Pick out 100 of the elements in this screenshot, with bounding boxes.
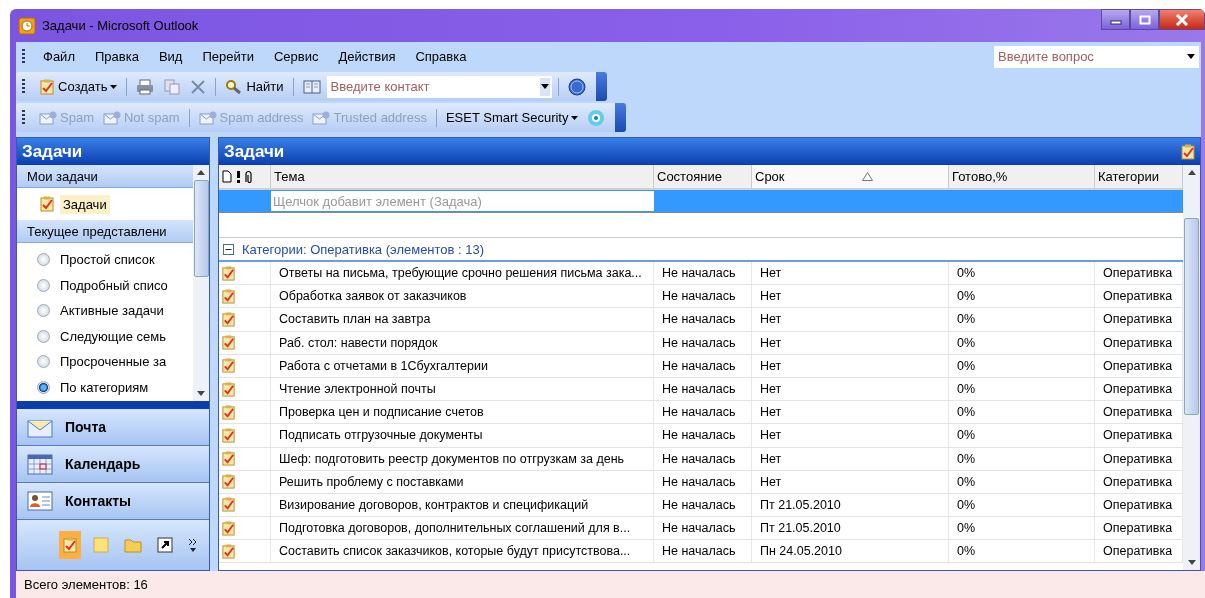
view-option[interactable]: Следующие семь	[60, 328, 166, 344]
envelope-icon	[312, 110, 331, 125]
column-header[interactable]: Срок	[752, 165, 949, 188]
scroll-up-icon[interactable]	[197, 170, 205, 175]
section-header[interactable]: Мои задачи	[17, 165, 193, 188]
table-cell: 0%	[949, 447, 1095, 470]
table-cell: Не началась	[654, 540, 752, 563]
table-cell: Нет	[752, 424, 949, 447]
table-cell: Нет	[752, 447, 949, 470]
table-cell: Визирование договоров, контрактов и спецификаций	[271, 493, 654, 517]
task-icon	[221, 474, 236, 490]
contact-card-icon	[27, 490, 53, 512]
find-button[interactable]: Найти	[222, 76, 287, 97]
table-cell: 0%	[949, 540, 1095, 563]
envelope-icon	[102, 110, 121, 125]
scroll-down-icon[interactable]	[1187, 560, 1196, 565]
view-option[interactable]: Подробный списо	[60, 277, 168, 293]
delete-icon[interactable]	[190, 78, 207, 95]
table-cell: Нет	[752, 285, 949, 308]
table-cell: Составить план на завтра	[271, 308, 654, 331]
maximize-button[interactable]	[1130, 9, 1159, 30]
table-cell: Раб. стол: навести порядок	[271, 331, 654, 354]
table-cell: 0%	[949, 377, 1095, 401]
table-cell: Нет	[752, 470, 949, 493]
column-header[interactable]: Тема	[271, 165, 654, 188]
toolbar-options-button[interactable]	[615, 103, 627, 132]
magnifier-icon	[225, 78, 244, 95]
splitter-handle[interactable]	[17, 401, 209, 409]
group-header[interactable]: Категории: Оперативка (элементов : 13)	[242, 241, 485, 257]
toolbar-options-button[interactable]	[595, 72, 607, 101]
menu-item[interactable]: Файл	[33, 49, 85, 64]
table-cell: Не началась	[654, 470, 752, 493]
help-search-field[interactable]: Введите вопрос	[994, 45, 1183, 68]
menu-item[interactable]: Перейти	[192, 49, 264, 64]
importance-icon	[236, 170, 241, 183]
view-option[interactable]: Просроченные за	[60, 354, 167, 370]
section-header[interactable]: Текущее представлени	[17, 220, 193, 243]
close-icon	[1175, 13, 1189, 26]
table-cell: Работа с отчетами в 1Сбухгалтерии	[271, 354, 654, 377]
menu-button[interactable]: ESET Smart Security	[442, 108, 582, 127]
column-header[interactable]	[219, 165, 271, 188]
table-cell: 0%	[949, 424, 1095, 447]
radio-button[interactable]	[37, 304, 50, 318]
table-cell: 0%	[949, 262, 1095, 285]
table-cell: Пт 21.05.2010	[752, 493, 949, 517]
collapse-icon[interactable]	[223, 243, 234, 255]
table-cell: Нет	[752, 377, 949, 401]
radio-button[interactable]	[37, 278, 50, 292]
table-cell: Подписать отгрузочные документы	[271, 424, 654, 447]
menu-item[interactable]: Действия	[328, 49, 406, 64]
dropdown-arrow-icon	[1187, 54, 1195, 59]
radio-button[interactable]	[37, 253, 50, 267]
menu-item[interactable]: Правка	[84, 49, 149, 64]
table-cell: 0%	[949, 517, 1095, 540]
navigation-button[interactable]: Календарь	[17, 446, 209, 483]
view-option[interactable]: По категориям	[60, 379, 149, 395]
contact-search-field[interactable]: Введите контакт	[326, 75, 538, 98]
maximize-icon	[1138, 14, 1151, 25]
radio-button[interactable]	[37, 329, 50, 343]
radio-button[interactable]	[37, 380, 50, 394]
scroll-up-icon[interactable]	[1187, 170, 1196, 175]
table-cell: Обработка заявок от заказчиков	[271, 285, 654, 308]
table-cell: Не началась	[654, 262, 752, 285]
close-button[interactable]	[1159, 9, 1205, 30]
printer-icon[interactable]	[136, 78, 155, 95]
radio-button[interactable]	[37, 355, 50, 369]
table-cell: Не началась	[654, 285, 752, 308]
shortcut-icon[interactable]	[157, 537, 173, 553]
column-header[interactable]: Готово,%	[949, 165, 1095, 188]
table-cell: 0%	[949, 493, 1095, 517]
new-button[interactable]: Создать	[36, 76, 121, 97]
navigation-button[interactable]: Почта	[17, 409, 209, 446]
menu-item[interactable]: Сервис	[263, 49, 329, 64]
table-cell: Не началась	[654, 354, 752, 377]
menu-item[interactable]: Вид	[148, 49, 193, 64]
task-icon	[221, 543, 236, 559]
table-cell: Нет	[752, 354, 949, 377]
scroll-down-icon[interactable]	[197, 391, 205, 396]
envelope-icon	[198, 110, 217, 125]
table-cell: Не началась	[654, 377, 752, 401]
task-icon	[221, 427, 236, 443]
scrollbar[interactable]	[193, 165, 209, 401]
more-icon[interactable]	[188, 537, 198, 553]
document-icon	[222, 170, 232, 183]
navigation-button[interactable]: Контакты	[17, 483, 209, 520]
envelope-icon	[39, 110, 57, 125]
scrollbar[interactable]	[1183, 165, 1200, 570]
folder-item[interactable]: Задачи	[60, 194, 110, 214]
view-option[interactable]: Простой список	[60, 252, 155, 268]
table-cell: Нет	[752, 331, 949, 354]
view-option[interactable]: Активные задачи	[60, 303, 164, 319]
dropdown-button[interactable]	[1183, 45, 1199, 68]
menu-item[interactable]: Справка	[405, 49, 477, 64]
task-icon[interactable]	[62, 537, 78, 553]
table-cell: 0%	[949, 470, 1095, 493]
table-cell: Не началась	[654, 424, 752, 447]
paperclip-icon	[245, 170, 252, 183]
address-book-icon[interactable]	[302, 78, 321, 95]
minimize-button[interactable]	[1101, 9, 1130, 30]
eye-icon[interactable]	[587, 108, 606, 127]
